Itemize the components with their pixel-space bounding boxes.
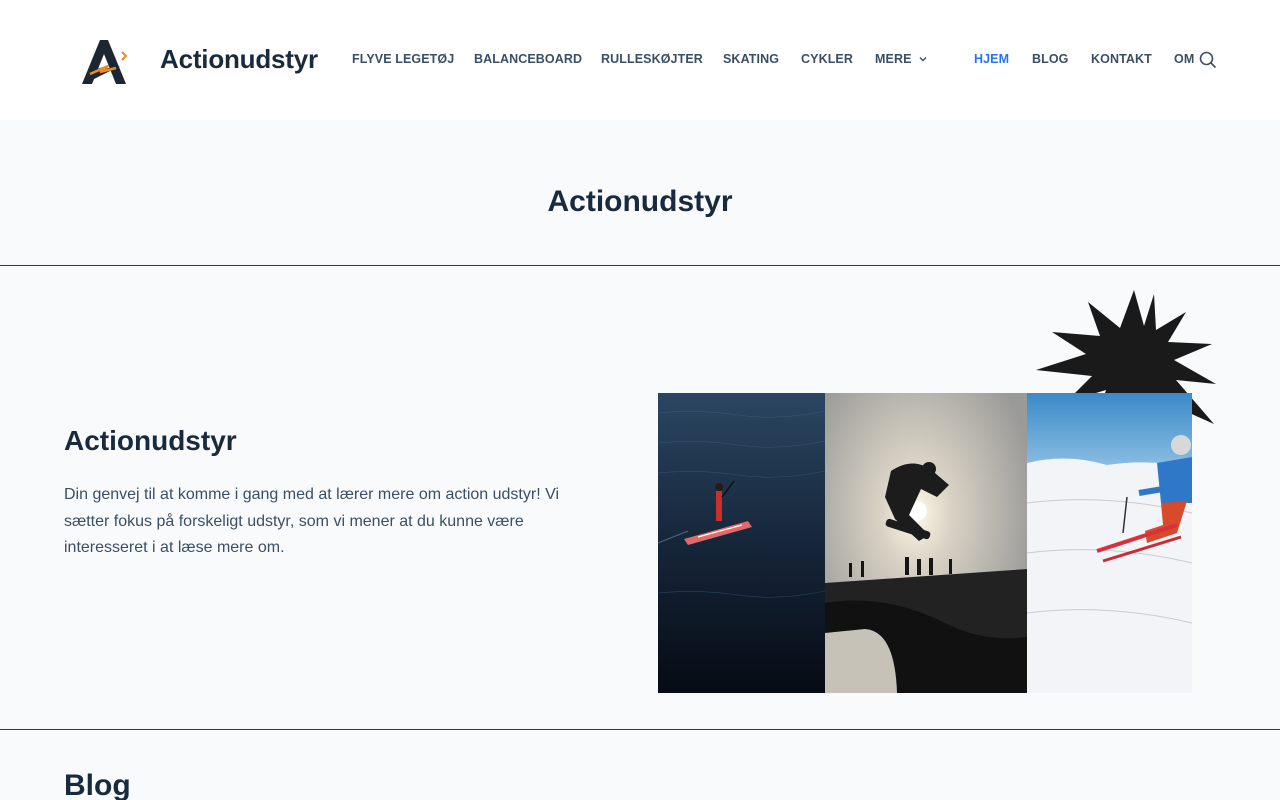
nav-item-skating[interactable]: SKATING bbox=[723, 52, 779, 66]
nav-item-balanceboard[interactable]: BALANCEBOARD bbox=[474, 52, 582, 66]
page-title: Actionudstyr bbox=[547, 185, 733, 218]
hero-heading: Actionudstyr bbox=[64, 425, 237, 456]
skateboard-jump-photo bbox=[825, 393, 1027, 693]
hero-text: Din genvej til at komme i gang med at læ… bbox=[64, 486, 560, 556]
nav-item-om[interactable]: OM bbox=[1174, 52, 1194, 66]
paddleboard-photo bbox=[658, 393, 825, 693]
hero-image-collage bbox=[658, 393, 1192, 693]
chevron-down-icon[interactable] bbox=[918, 54, 928, 64]
nav-item-flyve-legetoj[interactable]: FLYVE LEGETØJ bbox=[352, 52, 454, 66]
nav-item-cykler[interactable]: CYKLER bbox=[801, 52, 853, 66]
actionudstyr-logo[interactable] bbox=[78, 34, 130, 88]
nav-item-mere[interactable]: MERE bbox=[875, 52, 912, 66]
nav-item-blog[interactable]: BLOG bbox=[1032, 52, 1069, 66]
nav-item-kontakt[interactable]: KONTAKT bbox=[1091, 52, 1152, 66]
page-title-band: Actionudstyr bbox=[0, 120, 1280, 266]
skier-photo bbox=[1027, 393, 1192, 693]
site-title[interactable]: Actionudstyr bbox=[160, 44, 318, 74]
site-header: Actionudstyr FLYVE LEGETØJ BALANCEBOARD … bbox=[0, 0, 1280, 120]
blog-heading: Blog bbox=[64, 769, 131, 800]
nav-item-hjem[interactable]: HJEM bbox=[974, 52, 1009, 66]
nav-item-rulleskojter[interactable]: RULLESKØJTER bbox=[601, 52, 703, 66]
hero-section: Actionudstyr Din genvej til at komme i g… bbox=[0, 266, 1280, 730]
search-icon[interactable] bbox=[1199, 51, 1217, 69]
